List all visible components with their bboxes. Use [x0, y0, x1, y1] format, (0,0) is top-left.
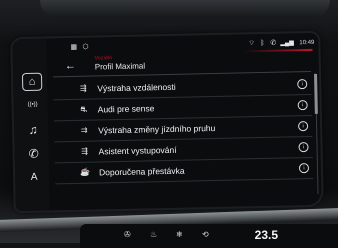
info-icon[interactable]: i [298, 142, 309, 153]
navigation-icon[interactable]: A [25, 170, 43, 186]
settings-list: ⇶ Výstraha vzdálenosti i ⛐ Audi pre sens… [53, 73, 314, 185]
radio-icon[interactable]: ((•)) [23, 97, 41, 113]
home-icon[interactable]: ⌂ [21, 72, 43, 92]
fan-icon[interactable]: ✇ [124, 230, 131, 239]
back-button[interactable]: ← [65, 60, 81, 72]
list-item-label: Doporučena přestávka [98, 165, 185, 178]
main-panel: ← Vozidlo Profil Maximal ⇶ Výstraha vzdá… [52, 47, 320, 210]
info-icon[interactable]: i [297, 79, 308, 90]
scrollbar-thumb[interactable] [314, 73, 318, 114]
dashboard-glare [40, 0, 330, 18]
distance-warning-icon: ⇶ [79, 83, 87, 93]
header: ← Vozidlo Profil Maximal [52, 48, 311, 78]
climate-bar: ✇ ♨ ❄ ⟲ 23.5 [110, 226, 338, 243]
list-item-label: Asistent vystupování [98, 144, 177, 157]
seat-heat-icon[interactable]: ♨ [150, 230, 157, 239]
list-item-label: Výstraha vzdálenosti [97, 81, 176, 94]
break-recommendation-icon: ☕ [79, 167, 91, 177]
info-icon[interactable]: i [297, 100, 308, 111]
temperature-display[interactable]: 23.5 [255, 228, 278, 242]
phone-icon[interactable]: ✆ [24, 146, 42, 162]
info-icon[interactable]: i [298, 163, 310, 174]
infotainment-screen: ⌂ ((•)) ♫ ✆ A ▦ ⬡ ⌔ ᛒ ✆ ▂▄▆ 10:49 ← Vozi… [12, 32, 322, 212]
list-item-label: Výstraha změny jízdního pruhu [98, 122, 216, 136]
ac-icon[interactable]: ❄ [176, 230, 183, 239]
list-item-break-recommendation[interactable]: ☕ Doporučena přestávka i [54, 157, 314, 185]
music-icon[interactable]: ♫ [24, 122, 42, 138]
sidebar: ⌂ ((•)) ♫ ✆ A [12, 38, 50, 212]
exit-assist-icon: ⇶ [81, 146, 89, 156]
audi-pre-sense-icon: ⛐ [80, 104, 88, 114]
page-title: Profil Maximal [94, 61, 146, 72]
list-item-label: Audi pre sense [97, 103, 155, 115]
recirculation-icon[interactable]: ⟲ [202, 230, 209, 239]
lane-change-warning-icon: ⇉ [80, 125, 88, 135]
breadcrumb: Vozidlo [94, 55, 113, 62]
info-icon[interactable]: i [298, 121, 309, 132]
